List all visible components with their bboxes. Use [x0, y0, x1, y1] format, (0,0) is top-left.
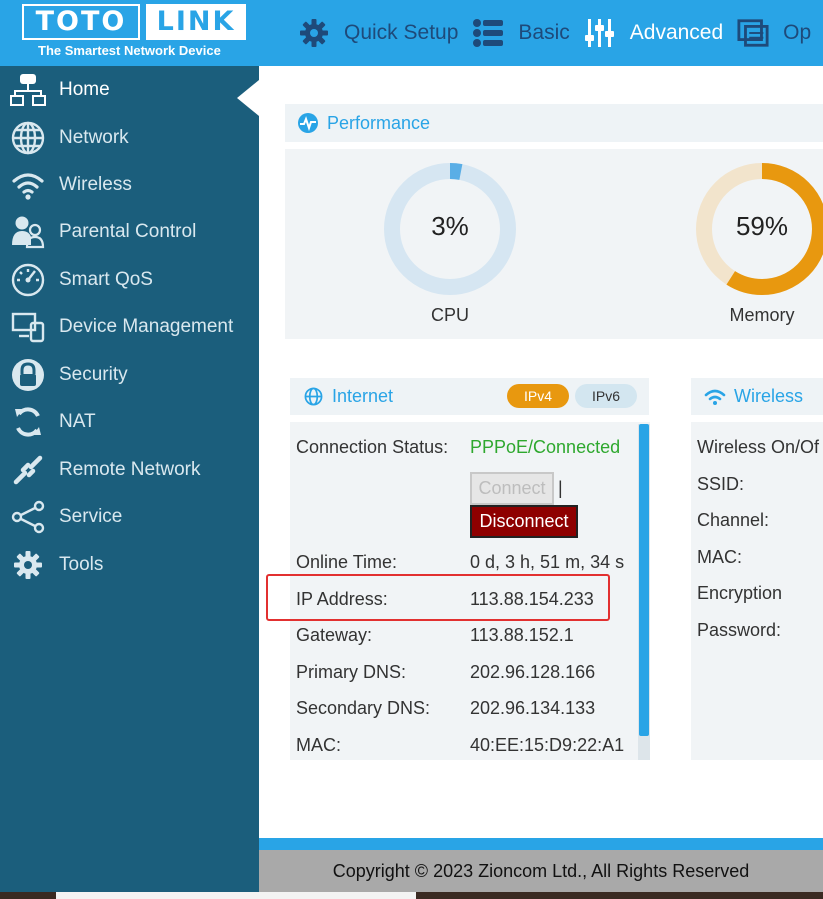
link-icon — [10, 452, 46, 488]
active-indicator — [237, 80, 259, 116]
top-header: TOTO LINK The Smartest Network Device Qu… — [0, 0, 823, 66]
sliders-icon — [584, 17, 616, 49]
internet-title: Internet — [332, 386, 394, 406]
refresh-icon — [10, 404, 46, 440]
mac-label: MAC: — [296, 735, 341, 755]
nav-operation[interactable]: Op — [737, 17, 811, 49]
channel-label: Channel: — [697, 510, 770, 530]
tab-ipv4[interactable]: IPv4 — [507, 384, 569, 408]
globe-icon — [10, 120, 46, 156]
primary-dns-label: Primary DNS: — [296, 662, 407, 682]
logo-tagline: The Smartest Network Device — [38, 43, 221, 58]
cpu-value: 3% — [431, 211, 469, 241]
network-home-icon — [10, 72, 46, 108]
sidebar-item-tools[interactable]: Tools — [0, 543, 259, 587]
sidebar-item-label: Smart QoS — [59, 269, 153, 290]
nav-basic-label: Basic — [518, 21, 570, 44]
connect-button[interactable]: Connect — [470, 472, 554, 505]
gear-icon — [10, 547, 46, 583]
totolink-logo[interactable]: TOTO LINK The Smartest Network Device — [22, 4, 246, 62]
ssid-label: SSID: — [697, 474, 745, 494]
sidebar-item-security[interactable]: Security — [0, 353, 259, 397]
sidebar-item-label: Wireless — [59, 174, 132, 195]
share-icon — [10, 499, 46, 535]
cpu-label: CPU — [430, 305, 469, 325]
password-label: Password: — [697, 620, 782, 640]
button-separator: | — [558, 478, 563, 498]
sidebar-item-label: Parental Control — [59, 221, 197, 242]
sidebar-item-label: Tools — [59, 554, 104, 575]
wifi-icon — [10, 167, 46, 203]
sidebar-item-home[interactable]: Home — [0, 68, 259, 116]
sidebar-item-wireless[interactable]: Wireless — [0, 163, 259, 207]
performance-title: Performance — [327, 112, 431, 133]
secondary-dns-label: Secondary DNS: — [296, 698, 431, 718]
sidebar-item-label: Remote Network — [59, 459, 201, 480]
top-nav: Quick Setup Basic Advanced Op — [298, 0, 823, 66]
logo-link-text: LINK — [146, 4, 246, 40]
gear-icon — [298, 17, 330, 49]
taskbar-segment — [56, 892, 416, 899]
connection-status-label: Connection Status: — [296, 437, 449, 457]
globe-icon — [304, 387, 323, 406]
performance-header: Performance — [285, 104, 823, 142]
sidebar-item-network[interactable]: Network — [0, 116, 259, 160]
nav-quick-setup[interactable]: Quick Setup — [298, 17, 458, 49]
devices-icon — [10, 309, 46, 345]
connection-status-value: PPPoE/Connected — [470, 437, 621, 457]
sidebar-item-label: Network — [59, 127, 129, 148]
sidebar-item-label: Device Management — [59, 316, 234, 337]
nav-quick-setup-label: Quick Setup — [344, 21, 459, 44]
wifi-icon — [704, 388, 726, 406]
footer-copyright: Copyright © 2023 Zioncom Ltd., All Right… — [259, 850, 823, 892]
tab-ipv6[interactable]: IPv6 — [575, 384, 637, 408]
cpu-gauge: 3% CPU — [382, 161, 518, 325]
wireless-header: Wireless — [691, 378, 823, 415]
sidebar-item-label: Service — [59, 506, 123, 527]
wireless-onoff-label: Wireless On/Of — [697, 437, 820, 457]
parent-child-icon — [10, 214, 46, 250]
os-taskbar — [0, 892, 823, 899]
disconnect-button[interactable]: Disconnect — [470, 505, 578, 538]
sidebar-item-smart-qos[interactable]: Smart QoS — [0, 258, 259, 302]
pulse-icon — [297, 112, 319, 134]
nav-advanced-label: Advanced — [629, 21, 724, 44]
secondary-dns-value: 202.96.134.133 — [470, 698, 596, 718]
memory-value: 59% — [735, 211, 789, 241]
sidebar: Home Network Wireless Parental Control S… — [0, 66, 259, 892]
footer-accent-strip — [259, 838, 823, 850]
lock-icon — [10, 357, 46, 393]
nav-basic[interactable]: Basic — [472, 17, 570, 49]
sidebar-item-parental-control[interactable]: Parental Control — [0, 210, 259, 254]
ip-address-highlight-box — [266, 574, 610, 621]
sidebar-item-remote-network[interactable]: Remote Network — [0, 448, 259, 492]
memory-label: Memory — [729, 305, 795, 325]
wireless-mac-label: MAC: — [697, 547, 742, 567]
list-icon — [472, 17, 504, 49]
sidebar-item-device-management[interactable]: Device Management — [0, 305, 259, 349]
monitor-icon — [737, 17, 769, 49]
primary-dns-value: 202.96.128.166 — [470, 662, 596, 682]
encryption-label: Encryption — [697, 583, 783, 603]
sidebar-item-service[interactable]: Service — [0, 495, 259, 539]
logo-toto-text: TOTO — [22, 4, 140, 40]
internet-scrollbar-thumb[interactable] — [639, 424, 649, 736]
sidebar-item-label: NAT — [59, 411, 96, 432]
nav-advanced[interactable]: Advanced — [584, 17, 723, 49]
gateway-label: Gateway: — [296, 625, 373, 645]
speedometer-icon — [10, 262, 46, 298]
memory-gauge: 59% Memory — [694, 161, 823, 325]
sidebar-item-label: Home — [59, 79, 110, 100]
sidebar-item-label: Security — [59, 364, 128, 385]
wireless-title: Wireless — [734, 386, 804, 406]
online-time-label: Online Time: — [296, 552, 398, 572]
nav-operation-label: Op — [783, 21, 812, 44]
sidebar-item-nat[interactable]: NAT — [0, 400, 259, 444]
mac-value: 40:EE:15:D9:22:A1 — [470, 735, 625, 755]
online-time-value: 0 d, 3 h, 51 m, 34 s — [470, 552, 625, 572]
gateway-value: 113.88.152.1 — [470, 625, 574, 645]
